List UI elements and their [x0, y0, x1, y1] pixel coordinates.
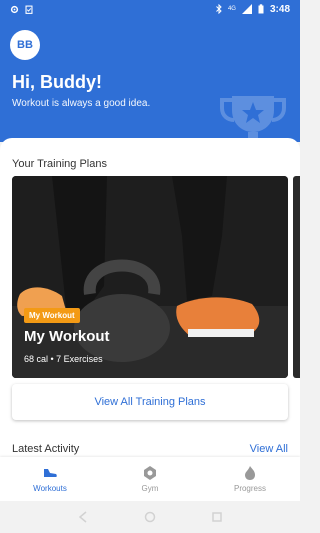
- status-bar: 4G 3:48: [0, 0, 300, 18]
- flame-icon: [245, 466, 255, 480]
- settings-icon: [10, 5, 19, 13]
- nav-item-workouts[interactable]: Workouts: [0, 457, 100, 501]
- plan-card-image: [12, 176, 288, 378]
- trophy-icon: [220, 96, 286, 142]
- battery-icon: [258, 4, 264, 14]
- latest-activity-title: Latest Activity: [12, 443, 80, 455]
- app-screen: 4G 3:48 BB Hi, Buddy! Workout is always …: [0, 0, 300, 533]
- greeting-title: Hi, Buddy!: [12, 72, 102, 92]
- location-icon: [144, 466, 156, 480]
- bluetooth-icon: [216, 4, 222, 14]
- nav-item-label: Gym: [141, 484, 159, 493]
- recents-icon[interactable]: [211, 511, 223, 523]
- avatar[interactable]: BB: [10, 30, 40, 60]
- status-time: 3:48: [269, 3, 290, 15]
- training-plans-title: Your Training Plans: [12, 158, 107, 170]
- view-all-training-plans-button[interactable]: View All Training Plans: [12, 384, 288, 420]
- signal-icon: [241, 4, 252, 14]
- signal-label: 4G: [227, 6, 236, 12]
- home-icon[interactable]: [144, 511, 156, 523]
- back-icon[interactable]: [77, 511, 89, 523]
- plan-meta: 68 cal • 7 Exercises: [24, 354, 103, 364]
- bottom-nav: Workouts Gym Progress: [0, 457, 300, 501]
- plan-name: My Workout: [24, 328, 110, 345]
- greeting-subtitle: Workout is always a good idea.: [12, 98, 151, 109]
- status-left: [10, 5, 33, 14]
- nav-item-progress[interactable]: Progress: [200, 457, 300, 501]
- latest-activity-view-all-link[interactable]: View All: [250, 443, 288, 455]
- nav-item-gym[interactable]: Gym: [100, 457, 200, 501]
- training-plan-card[interactable]: My Workout My Workout 68 cal • 7 Exercis…: [12, 176, 288, 378]
- shoe-icon: [44, 469, 57, 477]
- plan-tag-badge: My Workout: [24, 308, 80, 323]
- clipboard-icon: [25, 5, 33, 14]
- header: BB Hi, Buddy! Workout is always a good i…: [0, 18, 300, 142]
- nav-item-label: Progress: [233, 484, 266, 493]
- next-plan-card-peek[interactable]: [293, 176, 300, 378]
- status-right: 4G 3:48: [216, 4, 290, 15]
- nav-item-label: Workouts: [33, 484, 67, 493]
- system-nav-bar: [0, 501, 300, 533]
